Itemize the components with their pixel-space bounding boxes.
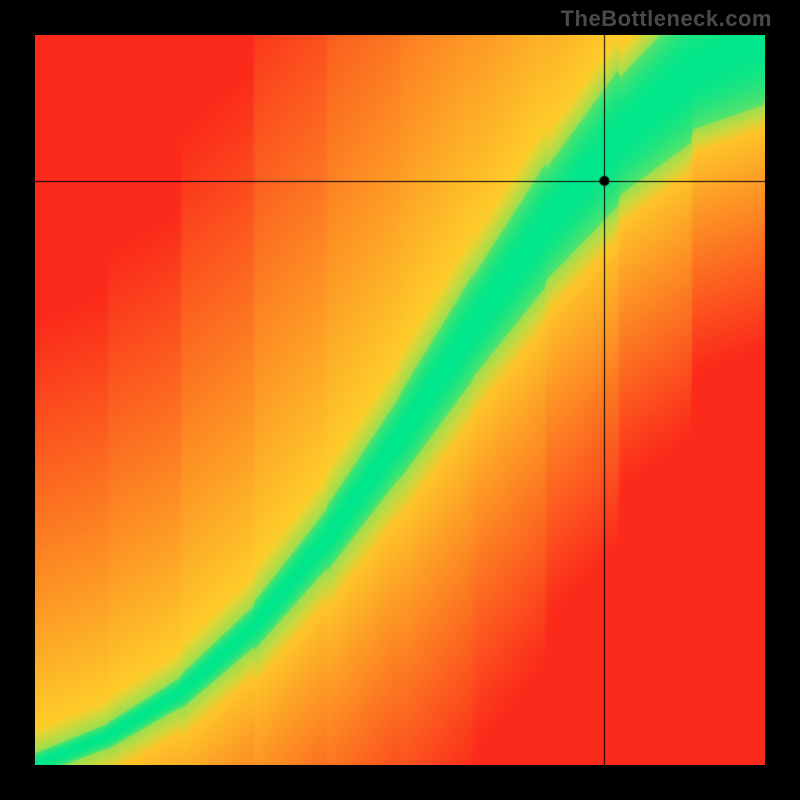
chart-frame: TheBottleneck.com: [0, 0, 800, 800]
bottleneck-heatmap: [35, 35, 765, 765]
watermark-text: TheBottleneck.com: [561, 6, 772, 32]
